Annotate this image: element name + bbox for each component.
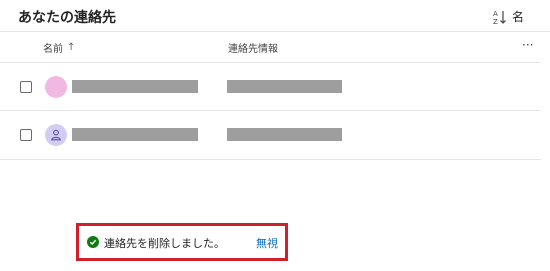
- sort-az-icon: A Z: [493, 10, 506, 25]
- avatar: [45, 124, 67, 146]
- avatar: [45, 76, 67, 98]
- column-name-label: 名前: [43, 44, 63, 55]
- success-check-icon: [87, 236, 99, 248]
- column-header-row: 名前 ↑ 連絡先情報 ···: [0, 32, 550, 62]
- redacted-contact-name: [72, 128, 198, 141]
- toast-notification: 連絡先を削除しました。 無視: [84, 230, 281, 254]
- sort-ascending-icon: ↑: [67, 42, 76, 53]
- more-options-icon[interactable]: ···: [522, 38, 533, 52]
- svg-text:A: A: [493, 10, 498, 18]
- sort-label: 名: [511, 10, 524, 24]
- redacted-contact-info: [227, 128, 342, 141]
- redacted-contact-info: [227, 80, 342, 93]
- column-header-name[interactable]: 名前 ↑: [43, 40, 75, 55]
- column-header-contact-info[interactable]: 連絡先情報: [228, 40, 278, 55]
- row-checkbox[interactable]: [20, 129, 32, 141]
- toast-message: 連絡先を削除しました。: [104, 237, 225, 250]
- row-checkbox[interactable]: [20, 81, 32, 93]
- person-icon: [51, 129, 61, 141]
- sort-button[interactable]: A Z 名: [493, 8, 524, 25]
- page-title: あなたの連絡先: [18, 10, 116, 26]
- dismiss-link[interactable]: 無視: [256, 235, 278, 251]
- redacted-contact-name: [72, 80, 198, 93]
- table-row[interactable]: [0, 62, 541, 111]
- svg-text:Z: Z: [493, 18, 498, 25]
- table-row[interactable]: [0, 111, 541, 160]
- page-header: あなたの連絡先 A Z 名: [0, 0, 550, 32]
